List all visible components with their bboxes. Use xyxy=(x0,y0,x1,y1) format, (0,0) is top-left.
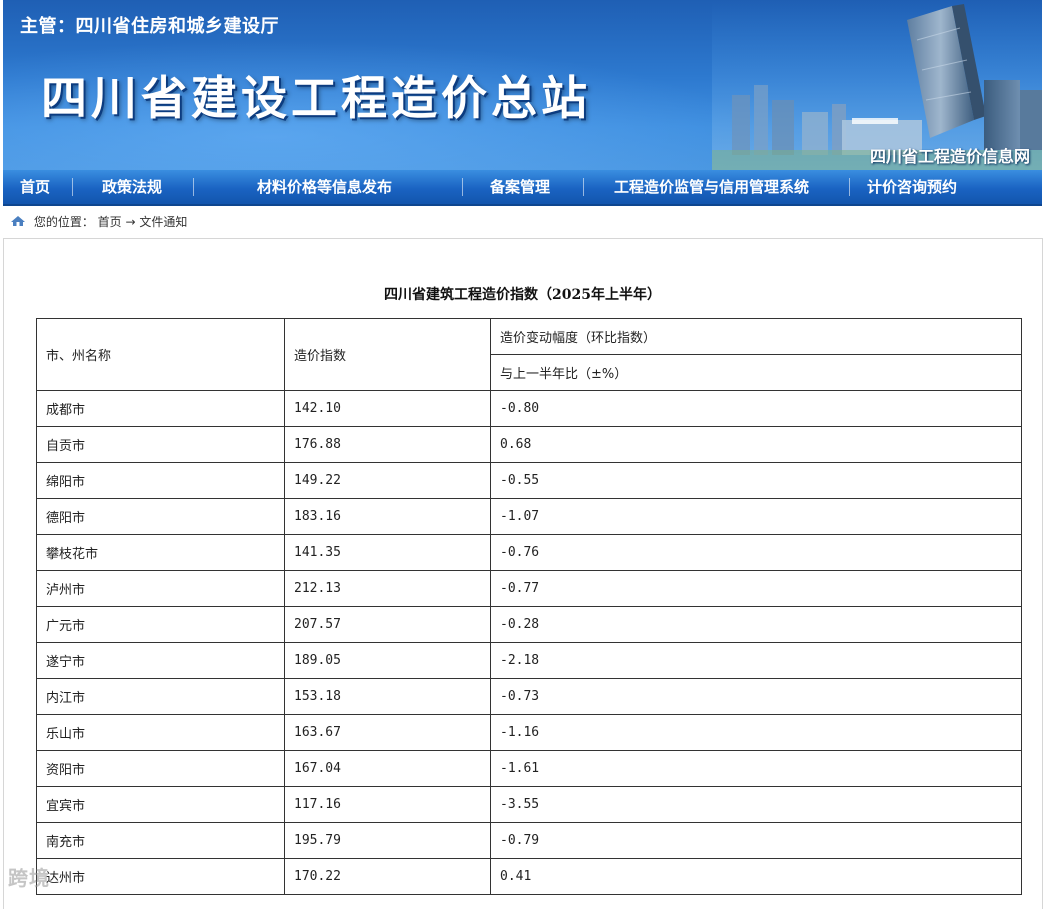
table-row: 遂宁市 189.05 -2.18 xyxy=(36,642,1022,679)
cell-city: 资阳市 xyxy=(36,750,285,787)
nav-divider xyxy=(849,178,850,196)
breadcrumb-current: 文件通知 xyxy=(139,215,188,229)
table-row: 宜宾市 117.16 -3.55 xyxy=(36,786,1022,823)
cell-city: 成都市 xyxy=(36,390,285,427)
cell-index: 117.16 xyxy=(284,786,491,823)
table-row: 南充市 195.79 -0.79 xyxy=(36,822,1022,859)
cell-city: 遂宁市 xyxy=(36,642,285,679)
cell-index: 142.10 xyxy=(284,390,491,427)
cell-city: 攀枝花市 xyxy=(36,534,285,571)
table-row: 资阳市 167.04 -1.61 xyxy=(36,750,1022,787)
nav-item-material-prices[interactable]: 材料价格等信息发布 xyxy=(257,170,392,204)
nav-item-home[interactable]: 首页 xyxy=(20,170,50,204)
cell-city: 自贡市 xyxy=(36,426,285,463)
main-nav: 首页 政策法规 材料价格等信息发布 备案管理 工程造价监管与信用管理系统 计价咨… xyxy=(3,170,1042,206)
cell-index: 195.79 xyxy=(284,822,491,859)
cell-city: 德阳市 xyxy=(36,498,285,535)
header-index: 造价指数 xyxy=(284,318,491,391)
cell-change: -0.79 xyxy=(490,822,1022,859)
table-row: 达州市 170.22 0.41 xyxy=(36,858,1022,895)
breadcrumb-home-link[interactable]: 首页 xyxy=(98,215,122,229)
table-row: 乐山市 163.67 -1.16 xyxy=(36,714,1022,751)
cell-city: 达州市 xyxy=(36,858,285,895)
breadcrumb: 您的位置： 首页 → 文件通知 xyxy=(10,213,187,231)
cell-city: 宜宾市 xyxy=(36,786,285,823)
cell-city: 内江市 xyxy=(36,678,285,715)
nav-item-policy[interactable]: 政策法规 xyxy=(102,170,162,204)
cell-change: -0.80 xyxy=(490,390,1022,427)
cell-index: 212.13 xyxy=(284,570,491,607)
breadcrumb-prefix: 您的位置： xyxy=(33,215,94,229)
table-row: 内江市 153.18 -0.73 xyxy=(36,678,1022,715)
table-row: 广元市 207.57 -0.28 xyxy=(36,606,1022,643)
cell-change: -0.77 xyxy=(490,570,1022,607)
header-change-sub: 与上一半年比（±%） xyxy=(490,354,1022,391)
table-row: 绵阳市 149.22 -0.55 xyxy=(36,462,1022,499)
cell-index: 149.22 xyxy=(284,462,491,499)
cell-change: -0.28 xyxy=(490,606,1022,643)
document-title: 四川省建筑工程造价指数（2025年上半年） xyxy=(384,287,661,303)
site-title: 四川省建设工程造价总站 xyxy=(41,71,591,125)
cell-city: 绵阳市 xyxy=(36,462,285,499)
cell-change: -0.55 xyxy=(490,462,1022,499)
cell-index: 189.05 xyxy=(284,642,491,679)
site-tagline: 四川省工程造价信息网 xyxy=(869,147,1030,166)
cell-city: 乐山市 xyxy=(36,714,285,751)
cell-city: 南充市 xyxy=(36,822,285,859)
nav-item-consult-booking[interactable]: 计价咨询预约 xyxy=(867,170,957,204)
header-change-group: 造价变动幅度（环比指数） xyxy=(490,318,1022,355)
cell-index: 163.67 xyxy=(284,714,491,751)
cell-change: -2.18 xyxy=(490,642,1022,679)
table-row: 泸州市 212.13 -0.77 xyxy=(36,570,1022,607)
table-row: 德阳市 183.16 -1.07 xyxy=(36,498,1022,535)
cell-index: 167.04 xyxy=(284,750,491,787)
cell-change: 0.68 xyxy=(490,426,1022,463)
cell-change: -3.55 xyxy=(490,786,1022,823)
cell-change: -1.61 xyxy=(490,750,1022,787)
site-banner: 主管：四川省住房和城乡建设厅 四川省建设工程造价总站 四川省工程造价信息网 xyxy=(3,0,1042,170)
nav-item-filing[interactable]: 备案管理 xyxy=(490,170,550,204)
cell-change: 0.41 xyxy=(490,858,1022,895)
cell-change: -0.73 xyxy=(490,678,1022,715)
cell-change: -0.76 xyxy=(490,534,1022,571)
cell-index: 176.88 xyxy=(284,426,491,463)
home-icon xyxy=(10,214,26,232)
nav-divider xyxy=(462,178,463,196)
nav-divider xyxy=(193,178,194,196)
watermark: 跨境 xyxy=(8,866,50,890)
price-index-table: 市、州名称 造价指数 造价变动幅度（环比指数） 与上一半年比（±%） 成都市 14… xyxy=(36,318,1022,895)
table-header-row: 市、州名称 造价指数 造价变动幅度（环比指数） xyxy=(36,318,1022,391)
cell-index: 141.35 xyxy=(284,534,491,571)
cell-city: 泸州市 xyxy=(36,570,285,607)
cell-city: 广元市 xyxy=(36,606,285,643)
cell-index: 183.16 xyxy=(284,498,491,535)
table-row: 自贡市 176.88 0.68 xyxy=(36,426,1022,463)
breadcrumb-arrow: → xyxy=(125,215,136,229)
header-city: 市、州名称 xyxy=(36,318,285,391)
cell-index: 153.18 xyxy=(284,678,491,715)
table-row: 成都市 142.10 -0.80 xyxy=(36,390,1022,427)
nav-item-supervision-system[interactable]: 工程造价监管与信用管理系统 xyxy=(614,170,809,204)
nav-divider xyxy=(72,178,73,196)
cell-change: -1.16 xyxy=(490,714,1022,751)
cell-change: -1.07 xyxy=(490,498,1022,535)
supervisor-label: 主管：四川省住房和城乡建设厅 xyxy=(20,16,279,37)
nav-divider xyxy=(583,178,584,196)
cell-index: 207.57 xyxy=(284,606,491,643)
table-row: 攀枝花市 141.35 -0.76 xyxy=(36,534,1022,571)
cell-index: 170.22 xyxy=(284,858,491,895)
